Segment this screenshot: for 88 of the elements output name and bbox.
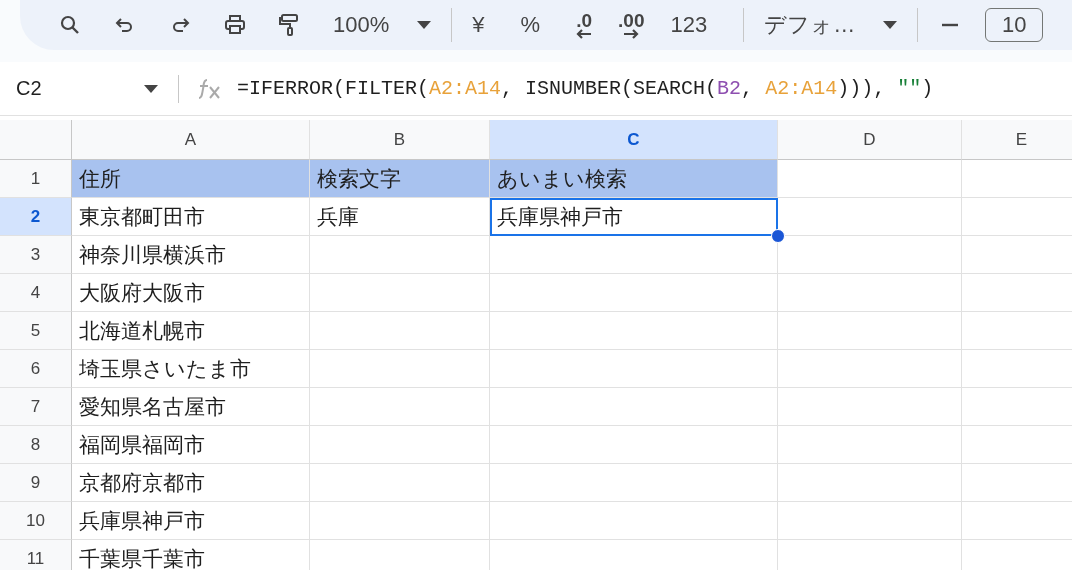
format-button[interactable]: % bbox=[520, 12, 541, 38]
format-button[interactable]: ¥ bbox=[472, 12, 485, 38]
empty-cell[interactable] bbox=[778, 502, 962, 540]
decimal-button[interactable]: .00 bbox=[618, 11, 645, 39]
table-cell[interactable]: 検索文字 bbox=[310, 160, 490, 198]
cell-text: 検索文字 bbox=[317, 165, 401, 192]
cell-text: 住所 bbox=[79, 165, 121, 192]
cell-text: 神奈川県横浜市 bbox=[79, 241, 226, 268]
dropdown-button[interactable]: 100% bbox=[333, 12, 432, 38]
cell-text: 福岡県福岡市 bbox=[79, 431, 205, 458]
arrow-left-icon bbox=[576, 28, 593, 39]
empty-cell[interactable] bbox=[490, 388, 778, 426]
row-header[interactable]: 9 bbox=[0, 464, 72, 502]
table-cell[interactable]: 北海道札幌市 bbox=[72, 312, 310, 350]
row-header[interactable]: 11 bbox=[0, 540, 72, 570]
cell-text: 千葉県千葉市 bbox=[79, 545, 205, 570]
fill-handle[interactable] bbox=[771, 229, 785, 243]
formula-input[interactable]: =IFERROR(FILTER(A2:A14, ISNUMBER(SEARCH(B2, A2:A14))), "") bbox=[237, 77, 934, 100]
cell-text: 大阪府大阪市 bbox=[79, 279, 205, 306]
table-cell[interactable]: 京都府京都市 bbox=[72, 464, 310, 502]
decimal-button[interactable]: .0 bbox=[576, 11, 593, 39]
column-header[interactable]: E bbox=[962, 120, 1072, 160]
row-header[interactable]: 5 bbox=[0, 312, 72, 350]
column-header[interactable]: C bbox=[490, 120, 778, 160]
empty-cell[interactable] bbox=[778, 388, 962, 426]
empty-cell[interactable] bbox=[310, 464, 490, 502]
empty-cell[interactable] bbox=[310, 236, 490, 274]
table-cell[interactable]: 東京都町田市 bbox=[72, 198, 310, 236]
cell-text: 愛知県名古屋市 bbox=[79, 393, 226, 420]
column-header[interactable]: D bbox=[778, 120, 962, 160]
row-header[interactable]: 2 bbox=[0, 198, 72, 236]
cell-text: 兵庫県神戸市 bbox=[79, 507, 205, 534]
name-box[interactable]: C2 bbox=[0, 77, 144, 100]
table-cell[interactable]: あいまい検索 bbox=[490, 160, 778, 198]
dropdown-button[interactable]: デフォ… bbox=[764, 10, 898, 40]
table-cell[interactable]: 神奈川県横浜市 bbox=[72, 236, 310, 274]
empty-cell[interactable] bbox=[490, 312, 778, 350]
empty-cell[interactable] bbox=[490, 274, 778, 312]
column-header[interactable]: A bbox=[72, 120, 310, 160]
cell-text: 京都府京都市 bbox=[79, 469, 205, 496]
row-header[interactable]: 1 bbox=[0, 160, 72, 198]
format-button[interactable]: 123 bbox=[670, 12, 708, 38]
empty-cell[interactable] bbox=[778, 426, 962, 464]
cell-text: 北海道札幌市 bbox=[79, 317, 205, 344]
table-cell[interactable]: 住所 bbox=[72, 160, 310, 198]
table-cell[interactable]: 福岡県福岡市 bbox=[72, 426, 310, 464]
table-cell[interactable]: 兵庫県神戸市 bbox=[72, 502, 310, 540]
print-icon[interactable] bbox=[223, 13, 247, 37]
empty-cell[interactable] bbox=[310, 426, 490, 464]
cell-text: 東京都町田市 bbox=[79, 203, 205, 230]
empty-cell[interactable] bbox=[310, 312, 490, 350]
arrow-right-icon bbox=[623, 28, 640, 39]
row-header[interactable]: 3 bbox=[0, 236, 72, 274]
caret-icon bbox=[883, 21, 898, 29]
empty-cell[interactable] bbox=[778, 312, 962, 350]
empty-cell[interactable] bbox=[778, 236, 962, 274]
table-cell[interactable]: 千葉県千葉市 bbox=[72, 540, 310, 570]
row-header[interactable]: 8 bbox=[0, 426, 72, 464]
empty-cell[interactable] bbox=[778, 350, 962, 388]
empty-cell[interactable] bbox=[490, 502, 778, 540]
cell-text: 兵庫県神戸市 bbox=[497, 204, 623, 230]
empty-cell[interactable] bbox=[490, 350, 778, 388]
caret-icon bbox=[417, 21, 432, 29]
row-header[interactable]: 4 bbox=[0, 274, 72, 312]
caret-icon[interactable] bbox=[144, 84, 158, 93]
table-cell[interactable]: 大阪府大阪市 bbox=[72, 274, 310, 312]
column-header[interactable]: B bbox=[310, 120, 490, 160]
empty-cell[interactable] bbox=[310, 274, 490, 312]
table-cell[interactable]: 埼玉県さいたま市 bbox=[72, 350, 310, 388]
cell-text: 埼玉県さいたま市 bbox=[79, 355, 251, 382]
row-header[interactable]: 7 bbox=[0, 388, 72, 426]
empty-cell[interactable] bbox=[490, 464, 778, 502]
row-header[interactable]: 10 bbox=[0, 502, 72, 540]
cell-text: 兵庫 bbox=[317, 203, 359, 230]
empty-cell[interactable] bbox=[778, 274, 962, 312]
selected-cell[interactable]: 兵庫県神戸市 bbox=[490, 198, 778, 236]
cell-text: あいまい検索 bbox=[497, 165, 627, 192]
empty-cell[interactable] bbox=[310, 350, 490, 388]
empty-cell[interactable] bbox=[310, 502, 490, 540]
select-all-corner[interactable] bbox=[0, 120, 72, 160]
empty-cell[interactable] bbox=[490, 426, 778, 464]
font-size-field[interactable]: 10 bbox=[985, 8, 1044, 42]
empty-cell[interactable] bbox=[310, 388, 490, 426]
fx-icon bbox=[197, 76, 223, 101]
table-cell[interactable]: 兵庫 bbox=[310, 198, 490, 236]
table-cell[interactable]: 愛知県名古屋市 bbox=[72, 388, 310, 426]
row-header[interactable]: 6 bbox=[0, 350, 72, 388]
empty-cell[interactable] bbox=[778, 464, 962, 502]
